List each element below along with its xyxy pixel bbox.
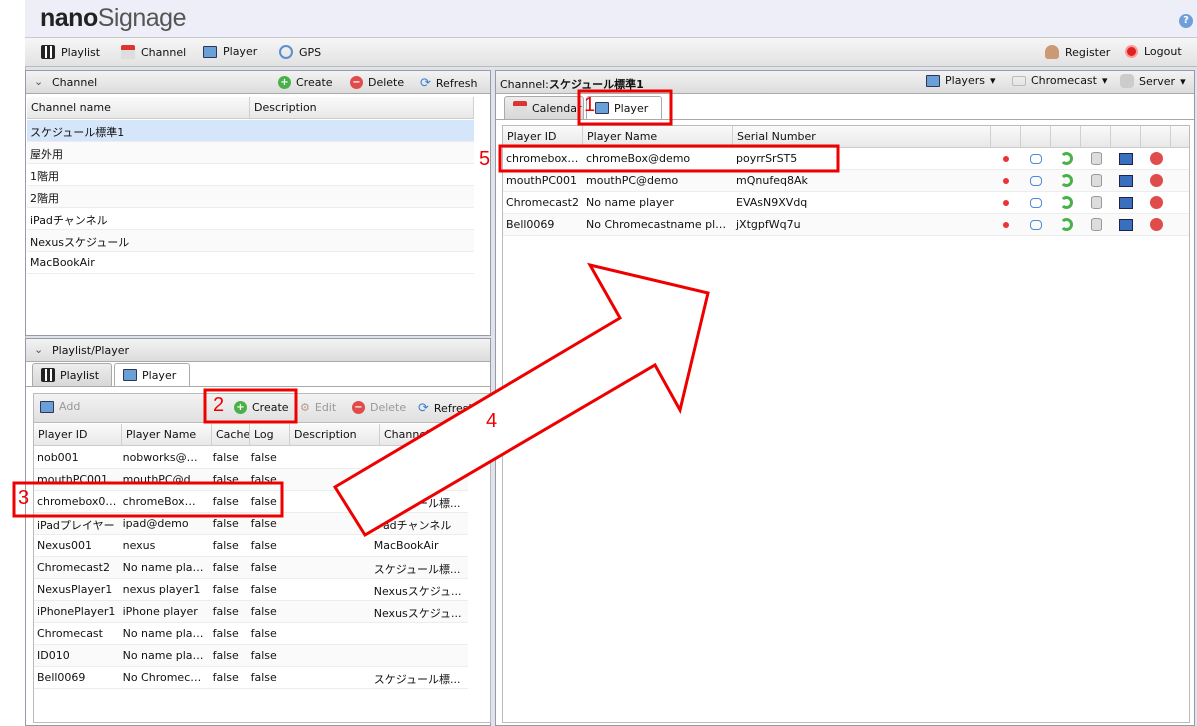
annotation-arrow [332, 262, 710, 538]
annotation-number: 3 [18, 487, 30, 509]
annotation-number: 2 [213, 394, 225, 416]
annotation-number: 4 [486, 410, 498, 432]
annotation-number: 1 [584, 94, 596, 116]
highlight-box-chromebox [12, 481, 284, 518]
annotation-number: 5 [479, 148, 491, 170]
annotation-layer [12, 89, 840, 538]
highlight-box-chromebox-right [498, 144, 840, 173]
